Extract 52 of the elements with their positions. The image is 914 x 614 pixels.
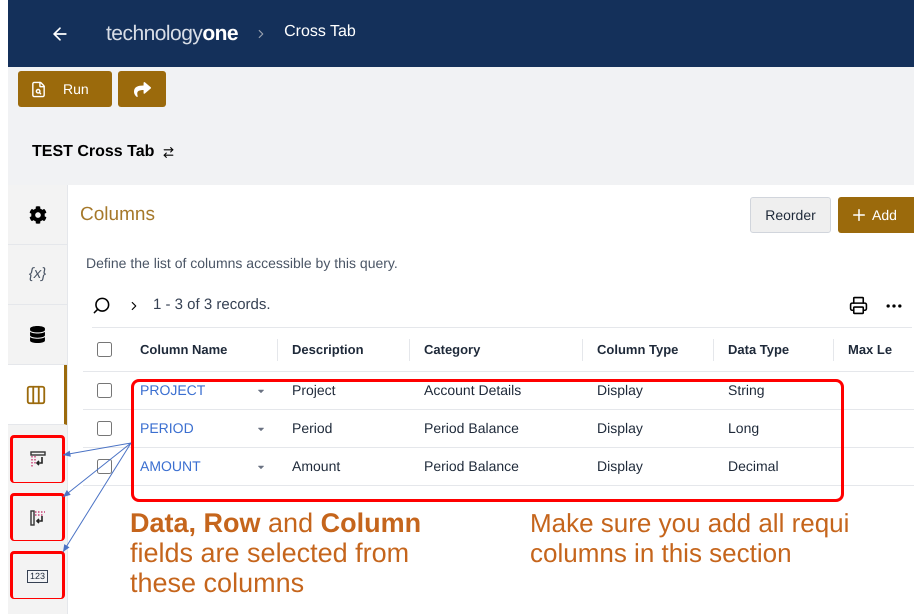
table-cell: String: [728, 382, 765, 398]
column-name-link[interactable]: PERIOD: [140, 418, 194, 439]
print-icon[interactable]: [849, 296, 868, 315]
sidebar-tab[interactable]: [10, 435, 65, 483]
table-cell: Display: [597, 420, 643, 436]
table-cell: Period Balance: [424, 458, 519, 474]
column-name-link[interactable]: AMOUNT: [140, 456, 201, 477]
table-cell: Long: [728, 420, 760, 436]
row-checkbox[interactable]: [97, 383, 112, 398]
table-arrow-icon: [28, 508, 48, 528]
share-icon: [134, 80, 150, 98]
annotation-text: Data, Row and Column fields are selected from these columns: [130, 508, 422, 598]
table-cell: Amount: [292, 458, 340, 474]
table-cell: Project: [292, 382, 336, 398]
page-title: TEST Cross Tab: [32, 142, 154, 162]
annotation-text: Make sure you add all requi columns in this section: [530, 508, 850, 570]
column-header[interactable]: Category: [424, 340, 480, 360]
run-button[interactable]: Run: [18, 71, 112, 107]
plus-icon: [850, 206, 868, 224]
section-heading: Columns: [80, 202, 155, 227]
report-icon: [30, 80, 47, 98]
swap-icon[interactable]: [162, 146, 176, 158]
table-cell: Decimal: [728, 458, 779, 474]
table-cell: Display: [597, 458, 643, 474]
variable-glyph: {x}: [28, 264, 46, 284]
select-all-checkbox[interactable]: [97, 342, 112, 357]
columns-icon: [25, 384, 47, 406]
breadcrumb: Cross Tab: [284, 22, 356, 42]
sidebar-tab[interactable]: 123: [10, 551, 65, 599]
database-icon: [29, 326, 46, 343]
logo: technologyone: [106, 20, 238, 47]
reorder-button[interactable]: Reorder: [750, 197, 831, 233]
row-checkbox[interactable]: [97, 459, 112, 474]
share-button[interactable]: [118, 71, 166, 107]
table-cell: Account Details: [424, 382, 522, 398]
table-cell: Display: [597, 382, 643, 398]
table-cell: Period Balance: [424, 420, 519, 436]
description-text: Define the list of columns accessible by this query.: [86, 254, 399, 273]
column-header[interactable]: Description: [292, 340, 364, 360]
sidebar-tab[interactable]: {x}: [8, 245, 67, 305]
column-name-link[interactable]: PROJECT: [140, 380, 206, 401]
column-header[interactable]: Column Type: [597, 340, 678, 360]
row-checkbox[interactable]: [97, 421, 112, 436]
table-cell: Period: [292, 420, 332, 436]
records-count: 1 - 3 of 3 records.: [153, 295, 271, 316]
column-header[interactable]: Column Name: [140, 340, 228, 360]
gear-icon: [28, 206, 46, 224]
search-icon[interactable]: [92, 296, 111, 315]
column-header[interactable]: Data Type: [728, 340, 790, 360]
number-glyph: 123: [26, 570, 48, 582]
column-header[interactable]: Max Le: [848, 340, 892, 360]
add-button[interactable]: Add: [838, 197, 914, 233]
